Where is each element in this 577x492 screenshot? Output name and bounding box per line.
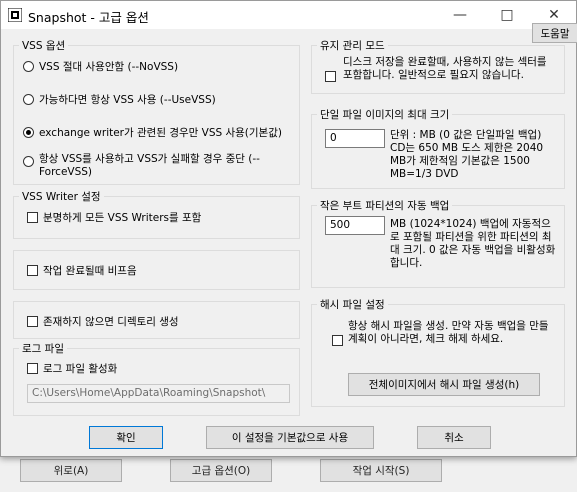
vss-ifpossible-radio[interactable] [23, 94, 34, 105]
background-back-button[interactable]: 위로(A) [20, 459, 122, 482]
vss-writer-label: 분명하게 모든 VSS Writers를 포함 [43, 212, 202, 224]
cancel-button[interactable]: 취소 [417, 426, 491, 449]
log-path-input[interactable]: C:\Users\Home\AppData\Roaming\Snapshot\ [27, 384, 290, 403]
vss-writer-checkbox[interactable] [27, 212, 38, 223]
reset-defaults-button[interactable]: 이 설정을 기본값으로 사용 [206, 426, 374, 449]
log-enable-checkbox[interactable] [27, 363, 38, 374]
advanced-options-dialog: Snapshot - 고급 옵션 — □ ✕ 도움말 VSS 옵션 VSS 절대… [0, 0, 577, 457]
log-file-group: 로그 파일 [13, 341, 300, 416]
vss-never-label: VSS 절대 사용안함 (--NoVSS) [39, 61, 179, 73]
hash-checkbox[interactable] [332, 335, 343, 346]
boot-size-input[interactable]: 500 [325, 216, 385, 235]
generate-hash-button[interactable]: 전체이미지에서 해시 파일 생성(h) [348, 373, 540, 396]
background-start-button[interactable]: 작업 시작(S) [320, 459, 442, 482]
maximize-icon[interactable]: □ [484, 1, 530, 29]
create-dir-label: 존재하지 않으면 디렉토리 생성 [43, 316, 179, 328]
background-advanced-button[interactable]: 고급 옵션(O) [170, 459, 272, 482]
vss-exchange-radio[interactable] [23, 127, 34, 138]
maintenance-label: 디스크 저장을 완료할때, 사용하지 않는 섹터를 포함합니다. 일반적으로 필… [343, 56, 547, 81]
vss-exchange-label: exchange writer가 관련된 경우만 VSS 사용(기본값) [39, 127, 282, 139]
minimize-icon[interactable]: — [437, 1, 483, 29]
vss-writer-legend: VSS Writer 설정 [22, 191, 101, 203]
vss-ifpossible-label: 가능하다면 항상 VSS 사용 (--UseVSS) [39, 94, 216, 106]
create-dir-checkbox[interactable] [27, 316, 38, 327]
beep-label: 작업 완료될때 비프음 [43, 265, 137, 277]
boot-backup-legend: 작은 부트 파티션의 자동 백업 [320, 200, 450, 212]
hash-legend: 해시 파일 설정 [320, 299, 385, 311]
maintenance-legend: 유지 관리 모드 [320, 40, 385, 52]
vss-force-radio[interactable] [23, 156, 34, 167]
max-size-description: 단위 : MB (0 값은 단일파일 백업) CD는 650 MB 도스 제한은… [390, 129, 544, 180]
window-title: Snapshot - 고급 옵션 [28, 10, 149, 25]
log-file-legend: 로그 파일 [22, 343, 64, 355]
vss-never-radio[interactable] [23, 61, 34, 72]
hash-label: 항상 해시 파일을 생성. 만약 자동 백업을 만들 계획이 아니라면, 체크 … [348, 320, 549, 345]
vss-options-legend: VSS 옵션 [22, 40, 66, 52]
app-icon [8, 8, 22, 22]
vss-force-label: 항상 VSS를 사용하고 VSS가 실패할 경우 중단 (--ForceVSS) [39, 153, 260, 178]
maintenance-checkbox[interactable] [325, 71, 336, 82]
log-enable-label: 로그 파일 활성화 [43, 363, 118, 375]
max-size-input[interactable]: 0 [325, 129, 385, 148]
beep-checkbox[interactable] [27, 265, 38, 276]
boot-size-description: MB (1024*1024) 백업에 자동적으로 포함될 파티션을 위한 파티션… [390, 218, 556, 269]
max-size-legend: 단일 파일 이미지의 최대 크기 [320, 109, 450, 121]
title-bar: Snapshot - 고급 옵션 — □ ✕ [1, 1, 576, 29]
ok-button[interactable]: 확인 [89, 426, 163, 449]
